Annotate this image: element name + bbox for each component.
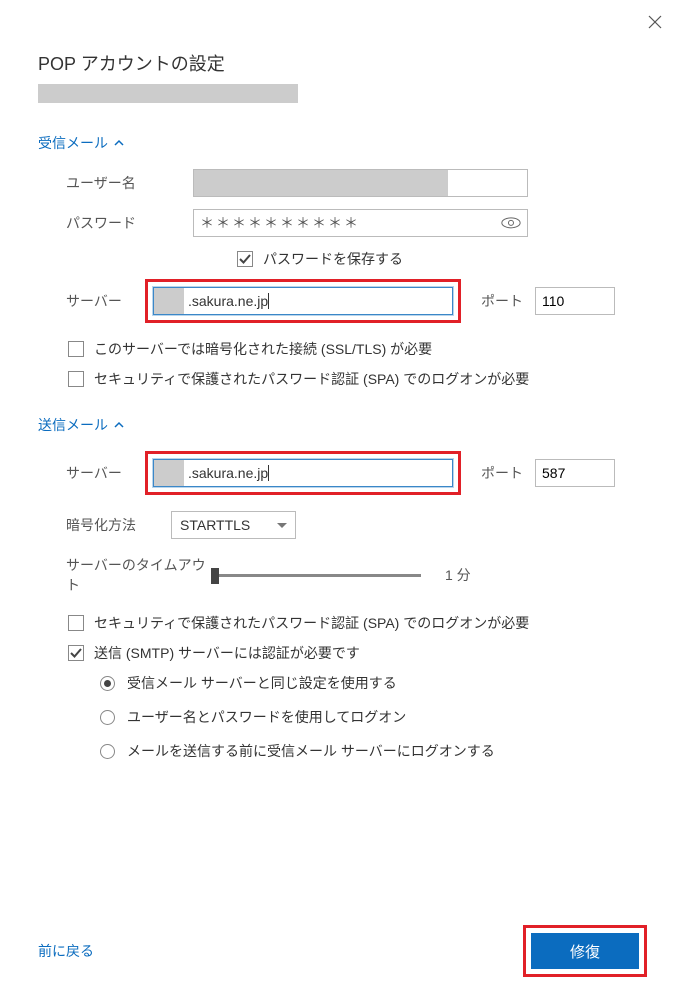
outgoing-spa-label: セキュリティで保護されたパスワード認証 (SPA) でのログオンが必要 xyxy=(94,613,529,633)
close-icon xyxy=(648,15,662,29)
smtp-auth-label: 送信 (SMTP) サーバーには認証が必要です xyxy=(94,643,360,663)
incoming-port-label: ポート xyxy=(481,291,523,311)
outgoing-server-highlight: .sakura.ne.jp xyxy=(145,451,461,495)
save-password-checkbox[interactable] xyxy=(237,251,253,267)
username-mask xyxy=(194,170,448,196)
radio-logon-before-send[interactable] xyxy=(100,744,115,759)
outgoing-server-label: サーバー xyxy=(38,463,145,483)
eye-icon[interactable] xyxy=(501,216,521,230)
outgoing-server-mask xyxy=(154,460,184,486)
smtp-auth-checkbox[interactable] xyxy=(68,645,84,661)
username-input[interactable] xyxy=(193,169,528,197)
encryption-select[interactable]: STARTTLS xyxy=(171,511,296,539)
outgoing-port-input[interactable] xyxy=(535,459,615,487)
text-cursor xyxy=(268,293,269,309)
outgoing-server-value: .sakura.ne.jp xyxy=(184,465,268,481)
radio-same-label: 受信メール サーバーと同じ設定を使用する xyxy=(127,673,397,693)
encryption-label: 暗号化方法 xyxy=(66,515,171,535)
incoming-header-label: 受信メール xyxy=(38,133,108,153)
password-input[interactable]: ＊＊＊＊＊＊＊＊＊＊ xyxy=(193,209,528,237)
repair-button-highlight: 修復 xyxy=(523,925,647,977)
incoming-section-header[interactable]: 受信メール xyxy=(38,133,647,153)
encryption-value: STARTTLS xyxy=(180,517,250,533)
radio-same-as-incoming[interactable] xyxy=(100,676,115,691)
save-password-label: パスワードを保存する xyxy=(263,249,403,269)
incoming-server-value: .sakura.ne.jp xyxy=(184,293,268,309)
incoming-port-input[interactable] xyxy=(535,287,615,315)
outgoing-header-label: 送信メール xyxy=(38,415,108,435)
incoming-spa-label: セキュリティで保護されたパスワード認証 (SPA) でのログオンが必要 xyxy=(94,369,529,389)
incoming-server-label: サーバー xyxy=(38,291,145,311)
incoming-server-mask xyxy=(154,288,184,314)
close-button[interactable] xyxy=(645,12,665,32)
chevron-up-icon xyxy=(114,138,124,148)
timeout-value: 1 分 xyxy=(445,565,471,585)
chevron-up-icon xyxy=(114,420,124,430)
timeout-label: サーバーのタイムアウト xyxy=(66,555,211,595)
incoming-spa-checkbox[interactable] xyxy=(68,371,84,387)
page-title: POP アカウントの設定 xyxy=(38,50,647,76)
password-label: パスワード xyxy=(38,213,193,233)
outgoing-server-input[interactable]: .sakura.ne.jp xyxy=(153,459,453,487)
radio-user-pass-label: ユーザー名とパスワードを使用してログオン xyxy=(127,707,406,727)
username-label: ユーザー名 xyxy=(38,173,193,193)
outgoing-port-label: ポート xyxy=(481,463,523,483)
back-link[interactable]: 前に戻る xyxy=(38,941,94,961)
outgoing-spa-checkbox[interactable] xyxy=(68,615,84,631)
password-value: ＊＊＊＊＊＊＊＊＊＊ xyxy=(200,213,360,233)
incoming-server-input[interactable]: .sakura.ne.jp xyxy=(153,287,453,315)
incoming-ssl-label: このサーバーでは暗号化された接続 (SSL/TLS) が必要 xyxy=(94,339,432,359)
slider-thumb[interactable] xyxy=(211,568,219,584)
outgoing-section-header[interactable]: 送信メール xyxy=(38,415,647,435)
incoming-server-highlight: .sakura.ne.jp xyxy=(145,279,461,323)
radio-logon-before-label: メールを送信する前に受信メール サーバーにログオンする xyxy=(127,741,495,761)
dropdown-triangle-icon xyxy=(277,523,287,528)
text-cursor xyxy=(268,465,269,481)
radio-user-pass[interactable] xyxy=(100,710,115,725)
account-email-mask xyxy=(38,84,298,103)
repair-button[interactable]: 修復 xyxy=(531,933,639,969)
incoming-ssl-checkbox[interactable] xyxy=(68,341,84,357)
timeout-slider[interactable] xyxy=(211,574,421,577)
